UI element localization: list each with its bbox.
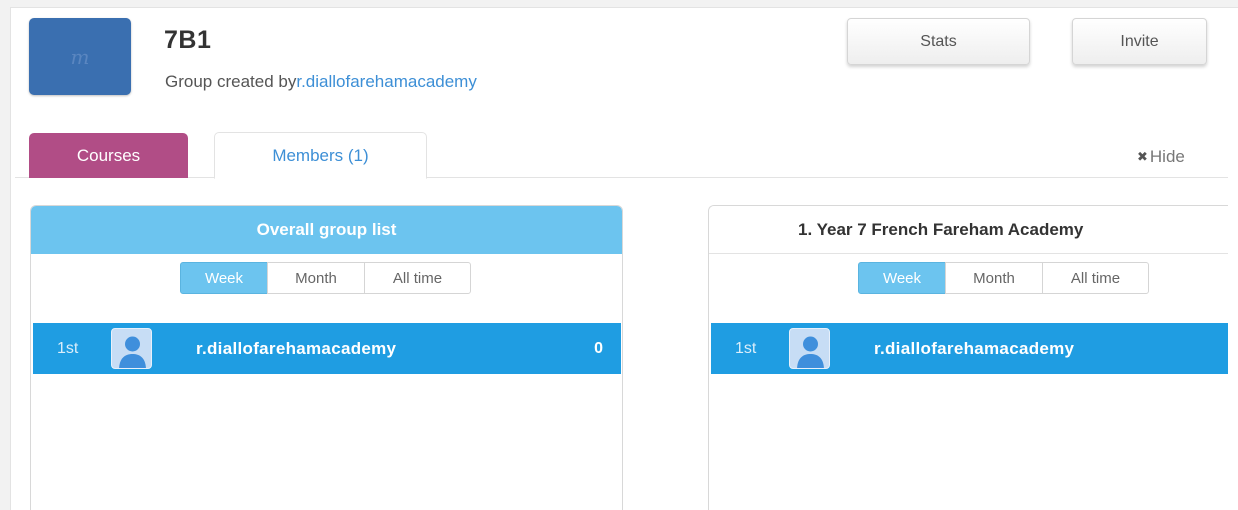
period-month-button[interactable]: Month: [267, 262, 365, 294]
close-icon: ✖: [1137, 149, 1148, 164]
tab-divider: [15, 177, 1228, 178]
rank: 1st: [735, 339, 757, 357]
group-logo: m: [29, 18, 131, 95]
hide-label: Hide: [1149, 147, 1185, 166]
period-selector: Week Month All time: [858, 262, 1149, 294]
hide-link[interactable]: ✖ Hide: [1137, 147, 1185, 167]
period-week-button[interactable]: Week: [180, 262, 268, 294]
period-selector: Week Month All time: [180, 262, 471, 294]
leaderboard-title: 1. Year 7 French Fareham Academy: [709, 206, 1228, 254]
period-week-button[interactable]: Week: [858, 262, 946, 294]
username[interactable]: r.diallofarehamacademy: [874, 339, 1074, 359]
leaderboard-overall: Overall group list Week Month All time 1…: [30, 205, 623, 510]
leaderboard-title: Overall group list: [31, 206, 622, 254]
creator-link[interactable]: r.diallofarehamacademy: [296, 72, 476, 91]
invite-button[interactable]: Invite: [1072, 18, 1207, 65]
period-all-time-button[interactable]: All time: [364, 262, 471, 294]
period-all-time-button[interactable]: All time: [1042, 262, 1149, 294]
user-avatar-icon: [789, 328, 830, 369]
tab-members[interactable]: Members (1): [214, 132, 427, 179]
username[interactable]: r.diallofarehamacademy: [196, 339, 396, 359]
group-title: 7B1: [164, 26, 212, 54]
user-avatar-icon: [111, 328, 152, 369]
stats-button[interactable]: Stats: [847, 18, 1030, 65]
period-month-button[interactable]: Month: [945, 262, 1043, 294]
leaderboard-row[interactable]: 1st r.diallofarehamacademy: [711, 323, 1228, 374]
created-by-prefix: Group created by: [165, 72, 297, 91]
rank: 1st: [57, 339, 79, 357]
tab-courses[interactable]: Courses: [29, 133, 188, 178]
group-created-by: Group created byr.diallofarehamacademy: [165, 72, 477, 92]
leaderboard-row[interactable]: 1st r.diallofarehamacademy 0: [33, 323, 621, 374]
group-logo-letter: m: [70, 44, 90, 69]
score: 0: [594, 339, 603, 357]
leaderboard-course: 1. Year 7 French Fareham Academy Week Mo…: [708, 205, 1228, 510]
